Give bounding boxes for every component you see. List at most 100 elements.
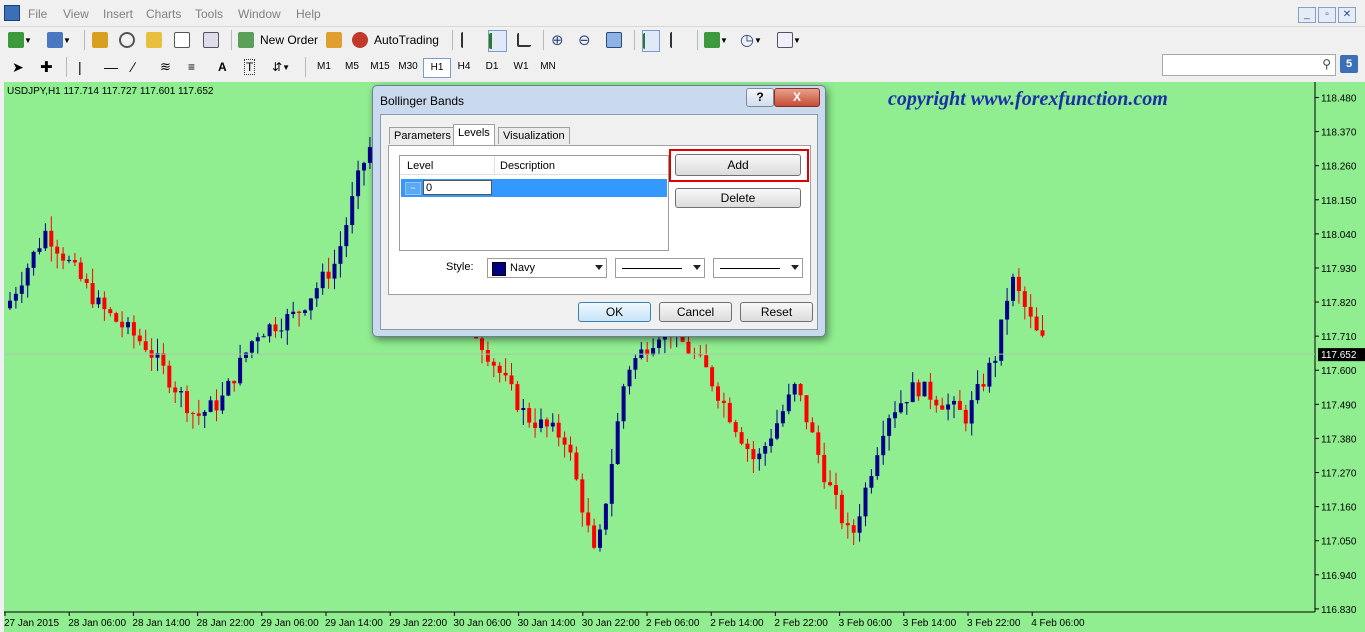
channel-icon: ≋ [160,59,171,74]
crosshair-target-icon [119,32,135,48]
close-icon[interactable]: ✕ [1338,7,1356,23]
tab-levels[interactable]: Levels [453,124,495,145]
profiles-button[interactable]: ▼ [47,30,71,50]
new-order-button[interactable]: New Order [238,30,318,50]
candlestick-button[interactable] [488,30,507,52]
levels-list[interactable]: Level Description ~ 0 [399,155,669,251]
menu-view[interactable]: View [63,7,89,21]
delete-button[interactable]: Delete [675,188,801,208]
timeframe-mn[interactable]: MN [535,58,561,76]
candle-body [739,432,744,444]
color-select[interactable]: Navy [487,258,607,278]
close-button[interactable]: X [774,88,820,107]
text-button[interactable]: A [218,57,227,77]
candle-body [220,395,225,411]
metaeditor-button[interactable] [326,30,342,50]
time-tick-label: 30 Jan 14:00 [518,618,576,629]
candle-body [940,405,945,410]
candle-body [804,395,809,423]
new-order-label: New Order [260,33,319,47]
candle-body [114,313,119,322]
timeframe-h1[interactable]: H1 [423,58,451,78]
candle-body [308,298,313,311]
minimize-icon[interactable]: _ [1298,7,1316,23]
line-style-select[interactable] [615,258,705,278]
crosshair-button[interactable]: ✚ [40,57,53,77]
time-tick-label: 28 Jan 22:00 [197,618,255,629]
candle-body [539,419,543,429]
new-chart-button[interactable]: ▼ [8,30,32,50]
candle-body [13,293,18,301]
ok-button[interactable]: OK [578,302,651,322]
text-label-button[interactable]: T [244,57,256,77]
arrows-button[interactable]: ⇵ ▼ [272,57,290,77]
timeframe-m1[interactable]: M1 [311,58,337,76]
periods-button[interactable]: ◷ ▼ [740,30,762,50]
market-watch-button[interactable] [92,30,108,50]
candle-body [55,246,60,254]
zoom-in-button[interactable]: ⊕ [551,30,564,50]
timeframe-d1[interactable]: D1 [479,58,505,76]
level-row[interactable]: ~ 0 [401,179,667,197]
indicators-button[interactable]: ▼ [704,30,728,50]
line-chart-button[interactable] [517,30,531,50]
candle-body [320,271,325,289]
candle-body [509,375,514,385]
trendline-button[interactable]: ∕ [132,57,134,77]
candle-body [775,423,779,439]
menu-charts[interactable]: Charts [146,7,181,21]
bar-chart-button[interactable] [461,30,477,50]
menu-file[interactable]: File [28,7,47,21]
timeframe-h4[interactable]: H4 [451,58,477,76]
strategy-tester-button[interactable] [203,30,219,50]
chart-shift-button[interactable] [670,30,686,50]
data-window-button[interactable] [119,30,135,50]
timeframe-w1[interactable]: W1 [508,58,534,76]
candle-body [721,400,726,403]
candle-body [952,400,956,405]
fibonacci-button[interactable]: ≡ [188,57,195,77]
autoscroll-button[interactable] [642,30,660,52]
cursor-arrow-icon: ➤ [12,58,24,75]
reset-button[interactable]: Reset [740,302,813,322]
menu-help[interactable]: Help [296,7,321,21]
horizontal-line-button[interactable]: — [104,57,118,77]
candle-body [904,402,909,404]
cancel-button[interactable]: Cancel [659,302,732,322]
tab-visualization[interactable]: Visualization [498,127,570,144]
candle-body [816,432,821,455]
app-icon[interactable] [4,5,20,21]
price-tick-label: 118.370 [1321,128,1357,139]
star-folder-icon [146,32,162,48]
timeframe-m30[interactable]: M30 [395,58,421,76]
zoom-out-button[interactable]: ⊖ [578,30,591,50]
bollinger-bands-dialog: Bollinger Bands ? X Parameters Levels Vi… [372,85,826,337]
vertical-line-button[interactable]: | [78,57,82,77]
equidistant-channel-button[interactable]: ≋ [160,57,171,77]
candle-body [1022,291,1027,307]
menu-insert[interactable]: Insert [103,7,133,21]
line-width-select[interactable] [713,258,803,278]
tab-parameters[interactable]: Parameters [389,127,456,144]
cursor-button[interactable]: ➤ [12,57,24,77]
candle-body [763,446,768,454]
autotrading-button[interactable]: AutoTrading [352,30,439,50]
templates-button[interactable]: ▼ [777,30,801,50]
level-value-input[interactable]: 0 [423,180,492,195]
help-button[interactable]: ? [746,88,774,107]
navigator-button[interactable] [146,30,162,50]
line-chart-icon [517,33,531,47]
menu-tools[interactable]: Tools [195,7,223,21]
candle-body [285,314,290,331]
line-studies-toolbar: ➤ ✚ | — ∕ ≋ ≡ A T ⇵ ▼ M1 M5 M15 M30 H1 H4… [0,54,1365,80]
timeframe-m5[interactable]: M5 [339,58,365,76]
candle-body [344,225,349,247]
candle-body [108,309,113,314]
tile-windows-button[interactable] [606,30,622,50]
restore-icon[interactable]: ▫ [1318,7,1336,23]
candle-body [857,516,862,533]
timeframe-m15[interactable]: M15 [367,58,393,76]
current-price-label: 117.652 [1321,350,1357,361]
terminal-button[interactable] [174,30,190,50]
menu-window[interactable]: Window [238,7,281,21]
